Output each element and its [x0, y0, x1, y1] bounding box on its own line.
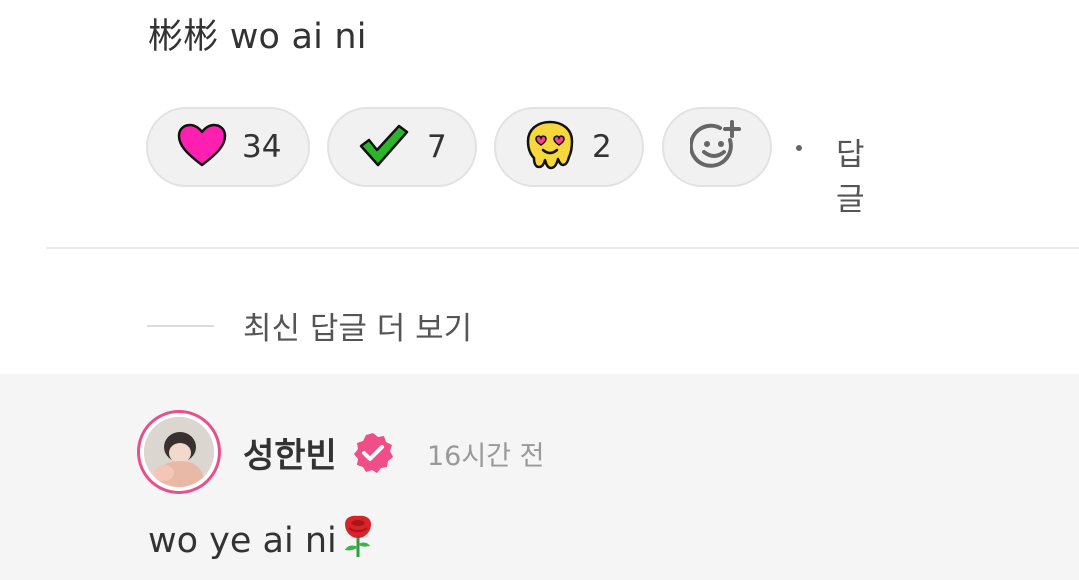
reaction-melt-chip[interactable]: 2 [494, 107, 644, 187]
reply-button[interactable]: 답글 [836, 129, 865, 219]
reply-item: 성한빈 16시간 전 wo ye ai ni [0, 374, 1079, 580]
melting-heart-eyes-icon [522, 119, 578, 175]
pink-heart-icon [176, 122, 228, 172]
divider [46, 247, 1079, 249]
reaction-melt-count: 2 [592, 129, 612, 165]
rose-icon [339, 514, 377, 567]
reaction-check-count: 7 [427, 129, 447, 165]
reaction-heart-count: 34 [242, 129, 282, 165]
reply-timestamp: 16시간 전 [427, 441, 545, 472]
avatar[interactable] [137, 410, 221, 494]
more-replies-link[interactable]: 최신 답글 더 보기 [243, 303, 472, 348]
avatar-photo [144, 417, 214, 487]
green-check-icon [357, 122, 409, 172]
more-replies-line [147, 325, 214, 327]
reply-author-name[interactable]: 성한빈 [243, 428, 337, 477]
reaction-check-chip[interactable]: 7 [327, 107, 477, 187]
reaction-heart-chip[interactable]: 34 [146, 107, 310, 187]
reply-text-container: wo ye ai ni [148, 514, 377, 567]
reply-text: wo ye ai ni [148, 521, 337, 561]
add-emoji-icon [688, 120, 744, 174]
add-reaction-button[interactable] [662, 107, 772, 187]
separator-dot [796, 145, 802, 151]
verified-badge-icon [352, 432, 394, 478]
comment-text: 彬彬 wo ai ni [148, 17, 367, 57]
comment-thread: 彬彬 wo ai ni 34 7 2 답글 최신 답글 더 보기 성한빈 16시… [0, 0, 1079, 580]
